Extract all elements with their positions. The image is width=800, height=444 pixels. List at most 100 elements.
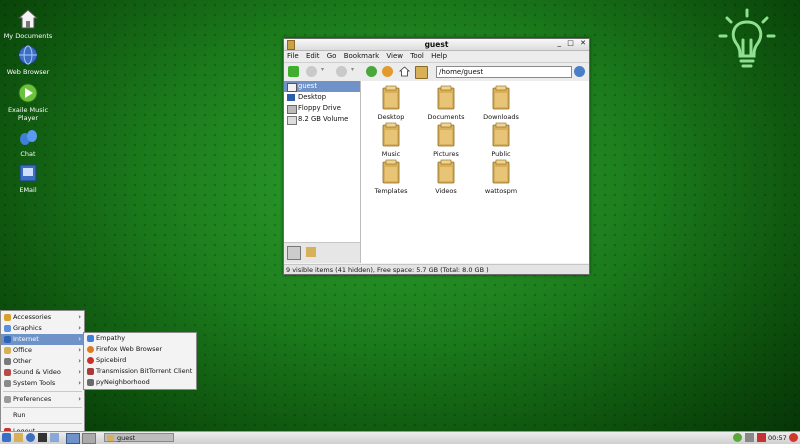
file-manager-window: guest _ □ ✕ File Edit Go Bookmark View T…	[283, 38, 590, 275]
folder-label: Templates	[374, 187, 408, 195]
close-icon[interactable]: ✕	[580, 39, 586, 47]
folder-label: Music	[381, 150, 401, 158]
accessories-icon	[4, 314, 11, 321]
menu-file[interactable]: File	[287, 51, 299, 62]
show-desktop-icon[interactable]	[50, 433, 59, 442]
window-titlebar[interactable]: guest _ □ ✕	[284, 39, 589, 51]
menu-item-preferences[interactable]: Preferences ›	[1, 394, 84, 405]
folder-icon	[491, 159, 511, 185]
browser-launcher-icon[interactable]	[26, 433, 35, 442]
folder-label: Pictures	[433, 150, 459, 158]
submenu-item-spicebird[interactable]: Spicebird	[84, 355, 196, 366]
folder-item[interactable]: Downloads	[477, 85, 525, 121]
network-tray-icon[interactable]	[733, 433, 742, 442]
minimize-icon[interactable]: _	[558, 39, 562, 47]
reload-icon[interactable]	[382, 66, 393, 77]
folder-item[interactable]: Documents	[422, 85, 470, 121]
menu-bookmark[interactable]: Bookmark	[344, 51, 379, 62]
power-icon[interactable]	[789, 433, 798, 442]
sidebar-item-guest[interactable]: guest	[284, 81, 360, 92]
menu-item-graphics[interactable]: Graphics ›	[1, 323, 84, 334]
file-manager-launcher-icon[interactable]	[14, 433, 23, 442]
submenu-item-transmission[interactable]: Transmission BitTorrent Client	[84, 366, 196, 377]
menu-tool[interactable]: Tool	[410, 51, 424, 62]
submenu-item-pyneighborhood[interactable]: pyNeighborhood	[84, 377, 196, 388]
toolbar: ▾ ▾ /home/guest	[284, 63, 589, 82]
up-icon[interactable]	[366, 66, 377, 77]
folder-item[interactable]: Music	[367, 122, 415, 158]
menu-view[interactable]: View	[386, 51, 403, 62]
maximize-icon[interactable]: □	[567, 39, 574, 47]
go-icon[interactable]	[574, 66, 585, 77]
desktop-icon-label: EMail	[19, 186, 37, 194]
menu-item-system-tools[interactable]: System Tools ›	[1, 378, 84, 389]
internet-submenu: Empathy Firefox Web Browser Spicebird Tr…	[83, 332, 197, 390]
back-icon[interactable]	[306, 66, 317, 77]
forward-icon[interactable]	[336, 66, 347, 77]
sidebar-item-label: Floppy Drive	[298, 104, 341, 112]
sidebar-item-volume[interactable]: 8.2 GB Volume	[284, 114, 360, 125]
desktop-icon-exaile[interactable]: Exaile Music Player	[2, 82, 54, 122]
workspace-1-icon[interactable]	[66, 433, 80, 444]
sidebar-item-floppy[interactable]: Floppy Drive	[284, 103, 360, 114]
menu-bar: File Edit Go Bookmark View Tool Help	[284, 51, 589, 63]
address-bar[interactable]: /home/guest	[436, 66, 572, 78]
desktop-icon-label: My Documents	[3, 32, 53, 40]
menu-item-label: Empathy	[96, 334, 126, 342]
menu-item-run[interactable]: Run	[1, 410, 84, 421]
folder-item[interactable]: Public	[477, 122, 525, 158]
menu-item-other[interactable]: Other ›	[1, 356, 84, 367]
menu-edit[interactable]: Edit	[306, 51, 320, 62]
sidebar-mode-bar	[284, 242, 360, 263]
folder-icon	[107, 435, 114, 441]
menu-separator	[3, 391, 82, 392]
new-tab-icon[interactable]	[288, 66, 299, 77]
volume-tray-icon[interactable]	[757, 433, 766, 442]
start-menu-icon[interactable]	[2, 433, 11, 442]
desktop-icon-web-browser[interactable]: Web Browser	[2, 44, 54, 76]
menu-item-sound-video[interactable]: Sound & Video ›	[1, 367, 84, 378]
spicebird-icon	[87, 357, 94, 364]
chevron-right-icon: ›	[78, 368, 81, 376]
chevron-right-icon: ›	[78, 379, 81, 387]
folder-view: Desktop Documents Downloads Music Pictures Pu…	[361, 81, 589, 263]
sidebar-item-desktop[interactable]: Desktop	[284, 92, 360, 103]
mail-icon	[17, 162, 39, 184]
folder-view-icon[interactable]	[415, 66, 428, 79]
submenu-item-firefox[interactable]: Firefox Web Browser	[84, 344, 196, 355]
folder-item[interactable]: Desktop	[367, 85, 415, 121]
folder-item[interactable]: Pictures	[422, 122, 470, 158]
folder-item[interactable]: Videos	[422, 159, 470, 195]
tree-mode-icon[interactable]	[306, 247, 316, 257]
menu-go[interactable]: Go	[327, 51, 337, 62]
drive-icon	[287, 116, 297, 125]
folder-item[interactable]: wattospm	[477, 159, 525, 195]
back-dropdown-icon[interactable]: ▾	[321, 66, 327, 77]
home-icon	[287, 83, 297, 92]
desktop-icon-chat[interactable]: Chat	[2, 126, 54, 158]
forward-dropdown-icon[interactable]: ▾	[351, 66, 357, 77]
home-icon[interactable]	[398, 66, 411, 77]
menu-help[interactable]: Help	[431, 51, 447, 62]
menu-item-label: Accessories	[13, 313, 52, 321]
desktop-icon-my-documents[interactable]: My Documents	[2, 8, 54, 40]
menu-item-internet[interactable]: Internet ›	[1, 334, 84, 345]
desktop-icon-email[interactable]: EMail	[2, 162, 54, 194]
places-mode-icon[interactable]	[287, 246, 301, 260]
menu-item-label: Transmission BitTorrent Client	[96, 367, 193, 375]
menu-item-label: Run	[13, 411, 26, 419]
menu-item-accessories[interactable]: Accessories ›	[1, 312, 84, 323]
desktop-icon	[287, 94, 295, 101]
taskbar-task-guest[interactable]: guest	[104, 433, 174, 442]
terminal-launcher-icon[interactable]	[38, 433, 47, 442]
menu-item-label: Office	[13, 346, 32, 354]
menu-item-label: Internet	[13, 335, 39, 343]
submenu-item-empathy[interactable]: Empathy	[84, 333, 196, 344]
workspace-2-icon[interactable]	[82, 433, 96, 444]
display-tray-icon[interactable]	[745, 433, 754, 442]
folder-label: Public	[491, 150, 511, 158]
menu-separator	[3, 407, 82, 408]
menu-item-office[interactable]: Office ›	[1, 345, 84, 356]
folder-item[interactable]: Templates	[367, 159, 415, 195]
menu-item-label: pyNeighborhood	[96, 378, 150, 386]
